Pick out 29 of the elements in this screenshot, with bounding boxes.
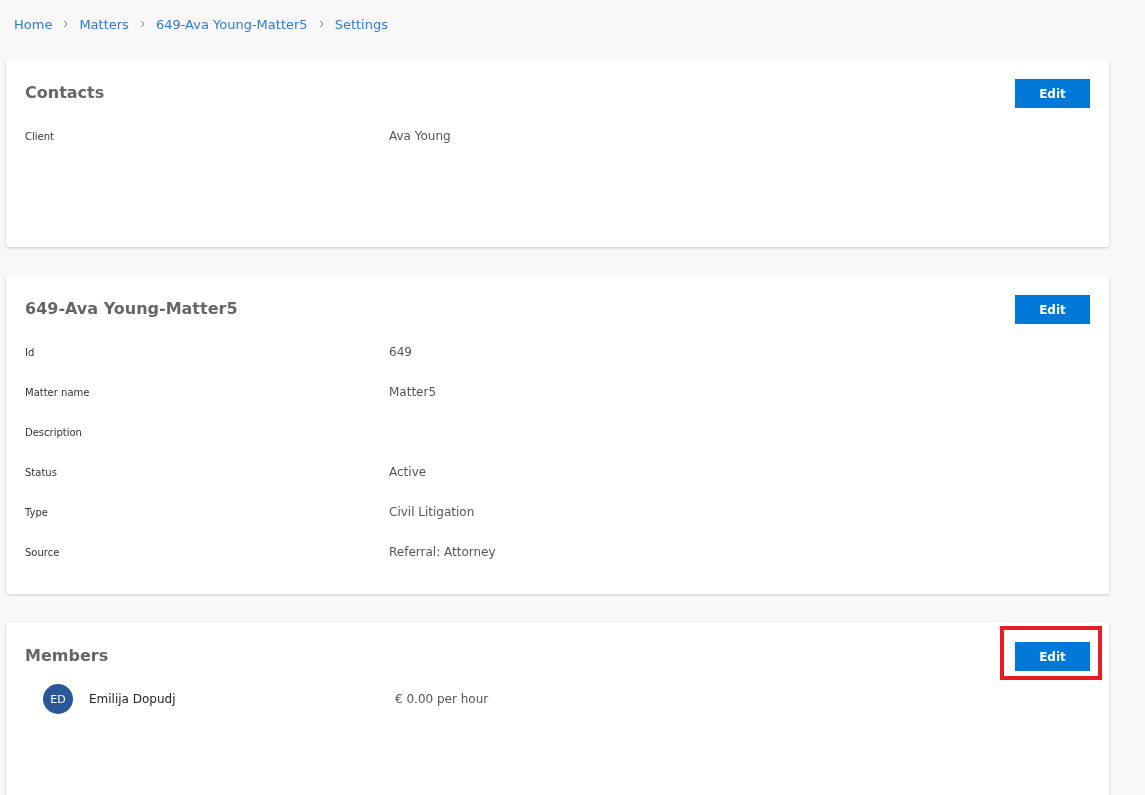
chevron-right-icon — [138, 20, 146, 28]
field-value: 649 — [389, 345, 413, 359]
field-label: Matter name — [25, 386, 91, 398]
breadcrumb-link[interactable]: Settings — [334, 16, 388, 32]
field-label: Source — [25, 546, 61, 558]
section-title: Contacts — [25, 83, 105, 102]
field-label: Type — [25, 506, 49, 518]
breadcrumb-link[interactable]: Matters — [79, 16, 129, 32]
chevron-right-icon — [62, 20, 70, 28]
field-label: Description — [25, 426, 83, 438]
member-name: Emilija Dopudj — [89, 692, 177, 706]
avatar: ED — [43, 684, 73, 714]
field-label: Client — [25, 130, 55, 142]
edit-button[interactable]: Edit — [1015, 642, 1090, 671]
section-title: 649-Ava Young-Matter5 — [25, 299, 238, 318]
field-value: Ava Young — [389, 129, 452, 143]
field-value: Civil Litigation — [389, 505, 476, 519]
field-value: Matter5 — [389, 385, 438, 399]
breadcrumb-link[interactable]: 649-Ava Young-Matter5 — [155, 16, 308, 32]
edit-button[interactable]: Edit — [1015, 79, 1090, 108]
field-label: Status — [25, 466, 58, 478]
edit-button[interactable]: Edit — [1015, 295, 1090, 324]
field-value: Referral: Attorney — [389, 545, 497, 559]
breadcrumb-link[interactable]: Home — [14, 16, 53, 32]
member-rate: € 0.00 per hour — [395, 692, 489, 706]
chevron-right-icon — [317, 20, 325, 28]
field-label: Id — [25, 346, 36, 358]
field-value: Active — [389, 465, 428, 479]
section-title: Members — [25, 646, 109, 665]
